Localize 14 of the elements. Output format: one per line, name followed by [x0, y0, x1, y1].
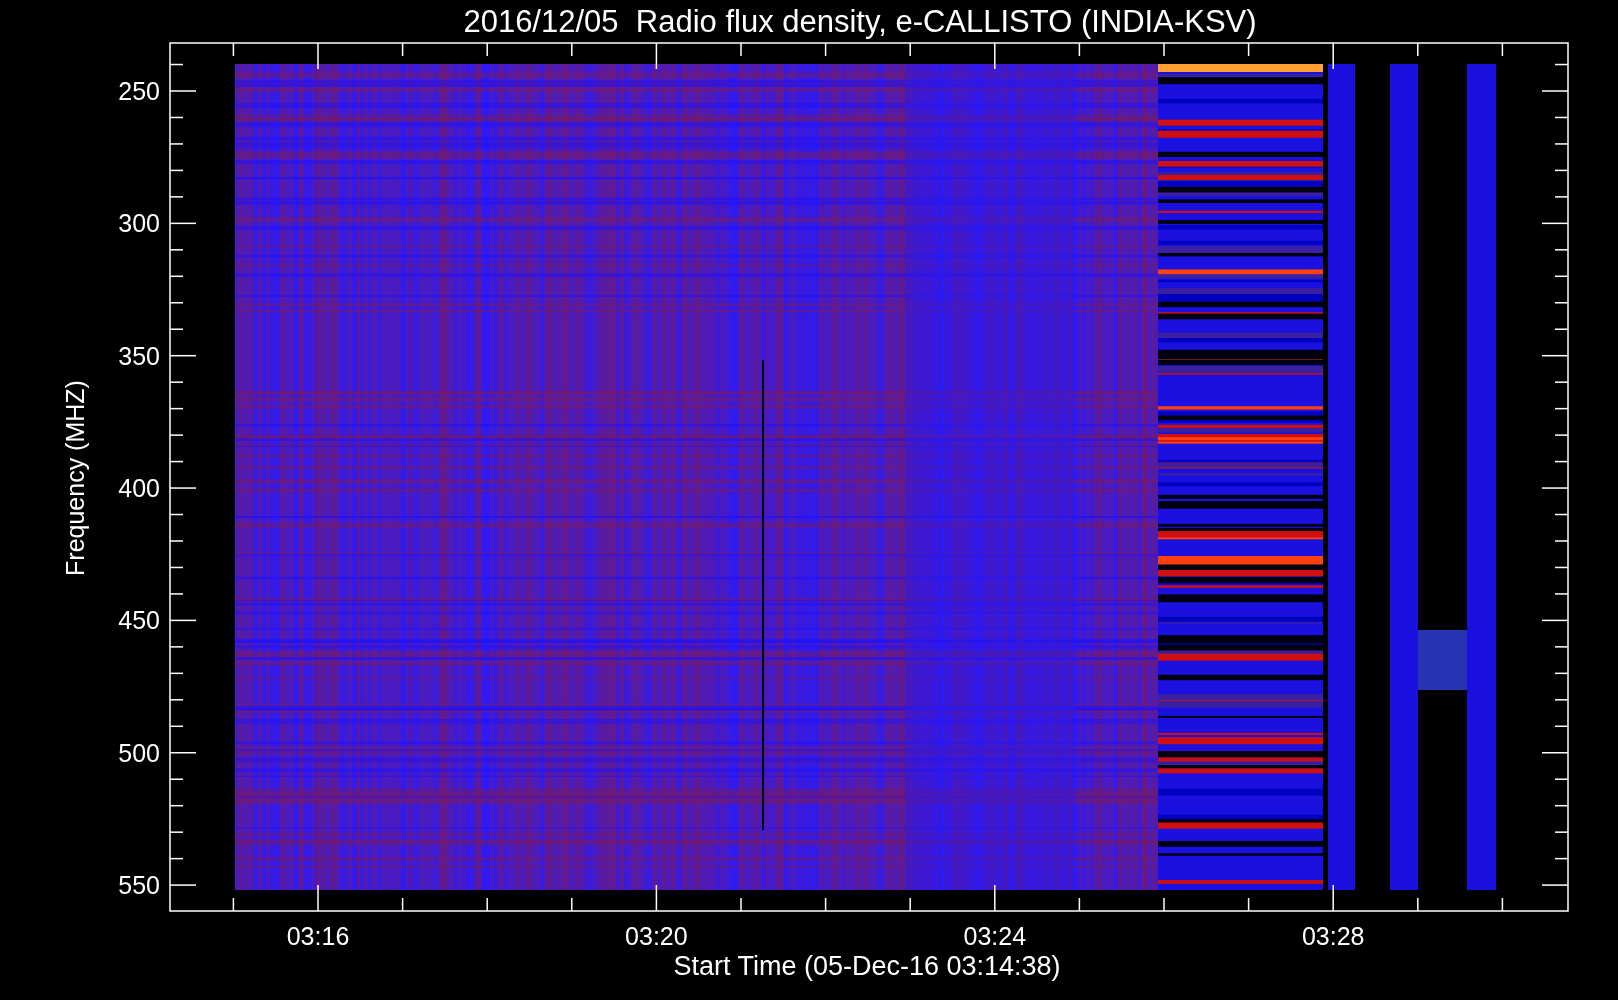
tick-label: 03:28: [1301, 922, 1365, 950]
tick-label: 300: [118, 209, 160, 238]
chart-title: 2016/12/05 Radio flux density, e-CALLISTO (INDIA-KSV): [463, 4, 1257, 39]
tick-label: 450: [118, 606, 160, 635]
axis-label: Start Time (05-Dec-16 03:14:38): [673, 951, 1061, 981]
tick-label: 03:24: [963, 922, 1027, 950]
tick-label: 400: [118, 474, 160, 503]
tick-label: 03:20: [625, 922, 688, 950]
tick-label: 03:16: [286, 922, 350, 950]
tick-label: 500: [118, 738, 160, 767]
tick-label: 250: [118, 77, 160, 105]
tick-label: 350: [118, 341, 160, 370]
axis-label: Frequency (MHZ): [61, 380, 89, 576]
tick-label: 550: [118, 871, 160, 900]
